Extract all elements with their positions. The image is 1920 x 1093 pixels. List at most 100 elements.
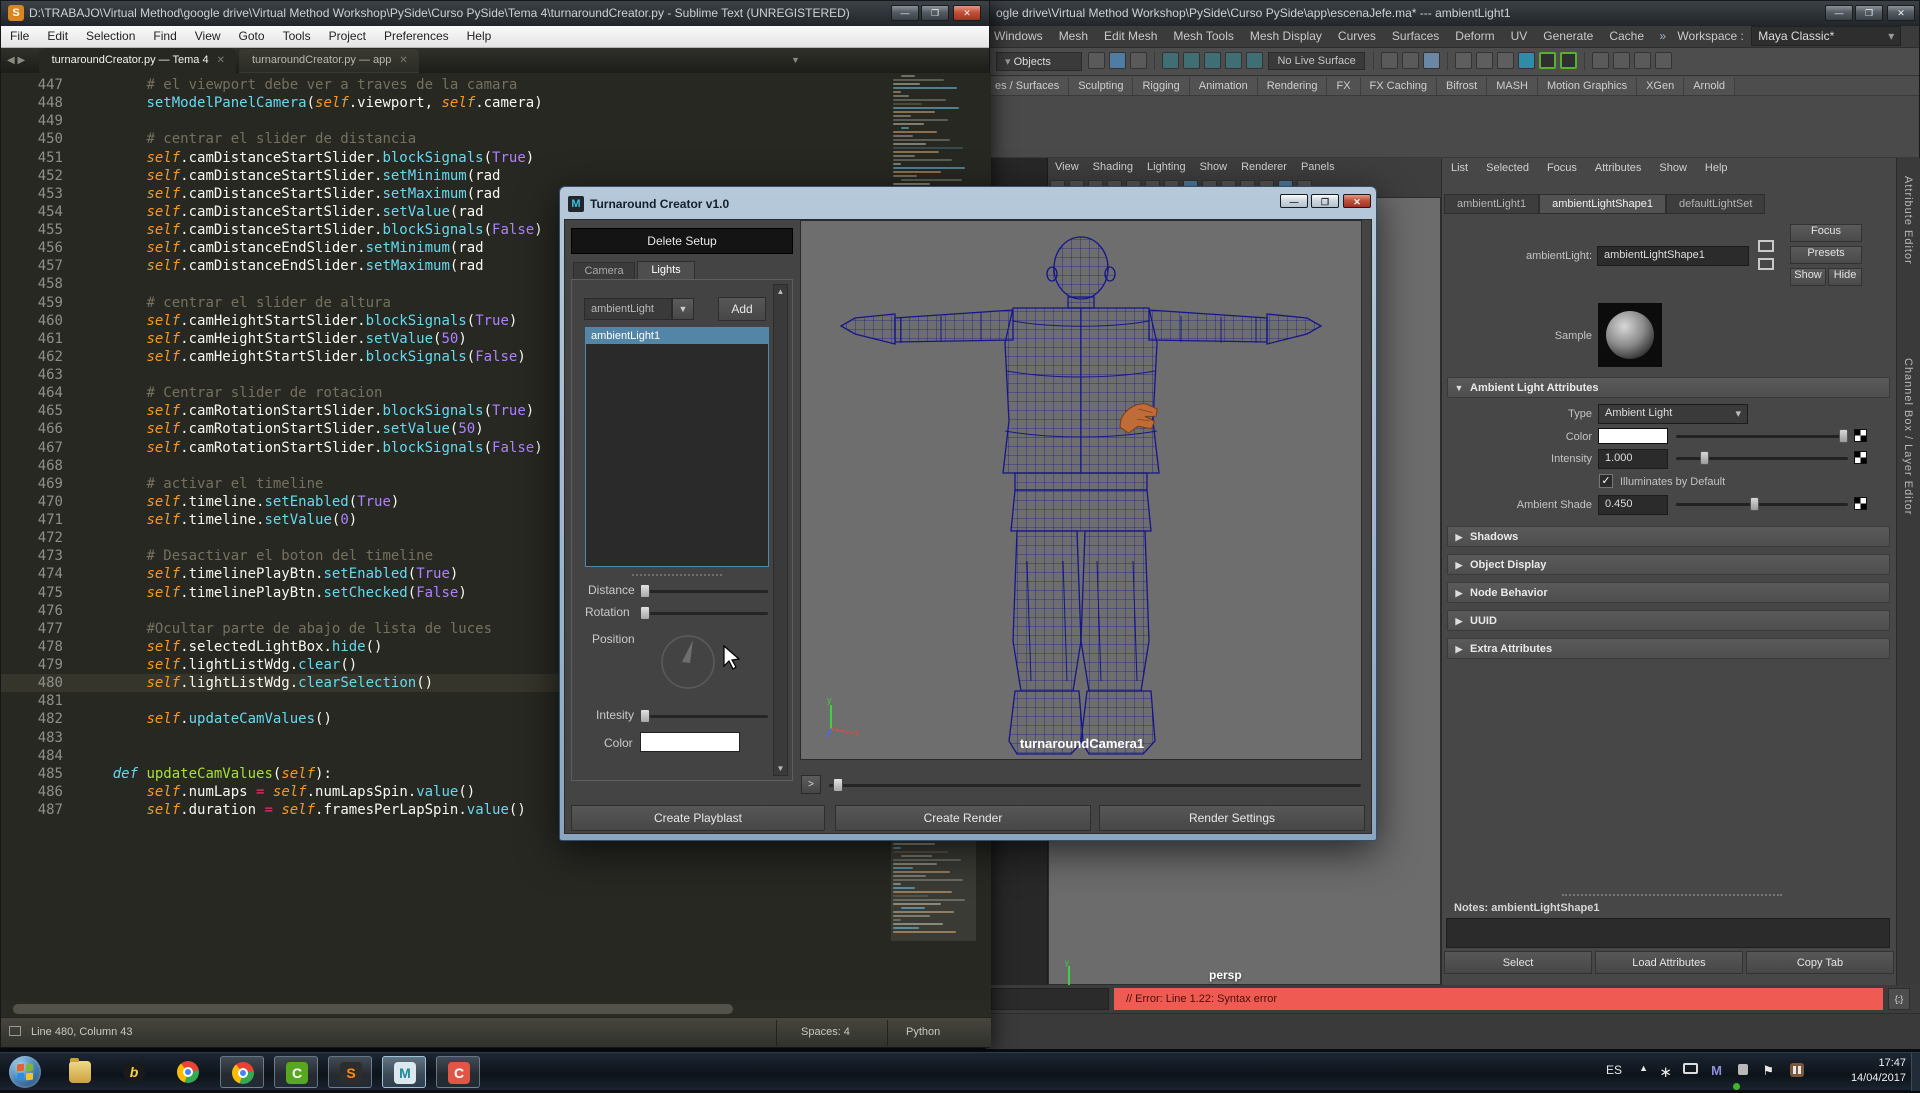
divider[interactable] bbox=[1562, 894, 1782, 896]
shelf-tab-arnold[interactable]: Arnold bbox=[1684, 77, 1736, 95]
dialog-viewport[interactable]: y x turnaroundCamera1 bbox=[800, 220, 1362, 760]
app-tray-icon[interactable]: ∗ bbox=[1659, 1063, 1672, 1081]
distance-slider[interactable] bbox=[640, 584, 768, 598]
usb-tray-icon[interactable] bbox=[1733, 1063, 1748, 1093]
position-dial[interactable] bbox=[660, 634, 716, 690]
sculpt-icon[interactable] bbox=[1591, 52, 1609, 70]
texture-map-icon[interactable] bbox=[1854, 429, 1867, 442]
minimize-icon[interactable]: — bbox=[1280, 194, 1308, 208]
viewport-menu-lighting[interactable]: Lighting bbox=[1140, 158, 1193, 176]
light-list[interactable]: ambientLight1 bbox=[585, 327, 769, 567]
color-slider[interactable] bbox=[1676, 429, 1848, 443]
ambient-shade-field[interactable]: 0.450 bbox=[1598, 495, 1668, 515]
maya-menu-mesh-display[interactable]: Mesh Display bbox=[1242, 26, 1330, 46]
maximize-icon[interactable]: ❐ bbox=[921, 5, 949, 21]
indentation-setting[interactable]: Spaces: 4 bbox=[801, 1026, 850, 1038]
ae-tab-ambientLightShape1[interactable]: ambientLightShape1 bbox=[1539, 194, 1667, 214]
texture-map-icon[interactable] bbox=[1854, 451, 1867, 464]
start-button[interactable] bbox=[8, 1055, 44, 1089]
maya-menu-deform[interactable]: Deform bbox=[1447, 26, 1502, 46]
taskbar-app-camtasia-recorder[interactable]: C bbox=[436, 1056, 480, 1088]
section-object-display[interactable]: ▶ Object Display bbox=[1447, 554, 1890, 575]
syntax-setting[interactable]: Python bbox=[906, 1026, 940, 1038]
shelf-tab-rendering[interactable]: Rendering bbox=[1257, 77, 1328, 95]
select-tool-icon[interactable] bbox=[1088, 52, 1106, 70]
viewport-menu-shading[interactable]: Shading bbox=[1086, 158, 1140, 176]
resize-grip[interactable] bbox=[632, 574, 722, 576]
menu-item-help[interactable]: Help bbox=[458, 26, 501, 46]
menu-item-selection[interactable]: Selection bbox=[77, 26, 144, 46]
section-extra-attributes[interactable]: ▶ Extra Attributes bbox=[1447, 638, 1890, 659]
language-indicator[interactable]: ES bbox=[1606, 1063, 1622, 1077]
shelf-tab-mash[interactable]: MASH bbox=[1487, 77, 1538, 95]
ae-menu-focus[interactable]: Focus bbox=[1538, 158, 1586, 178]
close-tab-icon[interactable]: ✕ bbox=[209, 55, 225, 66]
taskbar-app-explorer[interactable] bbox=[58, 1056, 102, 1088]
menu-item-goto[interactable]: Goto bbox=[230, 26, 274, 46]
output-connections-icon[interactable] bbox=[1401, 52, 1419, 70]
code-line[interactable]: 452 self.camDistanceStartSlider.setMinim… bbox=[1, 167, 991, 185]
ae-menu-attributes[interactable]: Attributes bbox=[1586, 158, 1650, 178]
display-tray-icon[interactable] bbox=[1683, 1063, 1698, 1074]
maya-menu-cache[interactable]: Cache bbox=[1601, 26, 1652, 46]
history-icon[interactable] bbox=[1422, 52, 1440, 70]
code-line[interactable]: 450 # centrar el slider de distancia bbox=[1, 130, 991, 148]
code-line[interactable]: 451 self.camDistanceStartSlider.blockSig… bbox=[1, 149, 991, 167]
taskbar-app-sublime-text[interactable]: S bbox=[328, 1056, 372, 1088]
menu-item-view[interactable]: View bbox=[186, 26, 230, 46]
list-item[interactable]: ambientLight1 bbox=[586, 328, 768, 344]
close-tab-icon[interactable]: ✕ bbox=[391, 55, 407, 66]
section-ambient-light-attributes[interactable]: ▼ Ambient Light Attributes bbox=[1447, 377, 1890, 398]
output-arrow-icon[interactable] bbox=[1758, 258, 1774, 270]
maximize-icon[interactable]: ❐ bbox=[1855, 5, 1883, 21]
node-name-field[interactable]: ambientLightShape1 bbox=[1597, 246, 1749, 266]
tray-expand-icon[interactable]: ▲ bbox=[1639, 1063, 1648, 1073]
menu-item-edit[interactable]: Edit bbox=[38, 26, 77, 46]
editor-tab-1[interactable]: turnaroundCreator.py — app ✕ bbox=[238, 48, 419, 73]
shelf-tab-fx[interactable]: FX bbox=[1327, 77, 1361, 95]
menu-item-file[interactable]: File bbox=[1, 26, 38, 46]
lasso-tool-icon[interactable] bbox=[1109, 52, 1127, 70]
add-light-button[interactable]: Add bbox=[718, 297, 766, 321]
chevron-down-icon[interactable]: ▼ bbox=[672, 298, 694, 320]
load-attributes-button[interactable]: Load Attributes bbox=[1595, 951, 1743, 974]
create-render-button[interactable]: Create Render bbox=[835, 805, 1091, 831]
paint-select-icon[interactable] bbox=[1130, 52, 1148, 70]
notes-field[interactable] bbox=[1446, 918, 1890, 948]
delete-setup-button[interactable]: Delete Setup bbox=[571, 228, 793, 254]
ae-tab-defaultLightSet[interactable]: defaultLightSet bbox=[1666, 194, 1766, 214]
command-input[interactable] bbox=[991, 988, 1109, 1010]
timeline-slider[interactable] bbox=[829, 778, 1361, 792]
shelf-tab-rigging[interactable]: Rigging bbox=[1133, 77, 1190, 95]
layers-icon[interactable] bbox=[1633, 52, 1651, 70]
maya-menu-generate[interactable]: Generate bbox=[1535, 26, 1601, 46]
maya-menu-edit-mesh[interactable]: Edit Mesh bbox=[1096, 26, 1165, 46]
code-line[interactable]: 448 setModelPanelCamera(self.viewport, s… bbox=[1, 94, 991, 112]
render-icon[interactable] bbox=[1454, 52, 1472, 70]
shelf-tab-es-surfaces[interactable]: es / Surfaces bbox=[986, 77, 1070, 95]
maya-menu-uv[interactable]: UV bbox=[1503, 26, 1536, 46]
green-bracket-icon[interactable] bbox=[1538, 52, 1556, 70]
snap-projected-icon[interactable] bbox=[1225, 52, 1243, 70]
presets-button[interactable]: Presets bbox=[1790, 246, 1862, 264]
close-icon[interactable]: ✕ bbox=[1343, 194, 1371, 208]
texture-ball-icon[interactable] bbox=[1517, 52, 1535, 70]
maximize-icon[interactable]: ❐ bbox=[1311, 194, 1339, 208]
vertical-scrollbar[interactable]: ▲ ▼ bbox=[773, 284, 788, 776]
taskbar-app-musicbee[interactable]: b bbox=[112, 1056, 156, 1088]
taskbar-app-maya[interactable]: M bbox=[382, 1056, 426, 1088]
texture-map-icon[interactable] bbox=[1854, 497, 1867, 510]
intensity-slider[interactable] bbox=[1676, 451, 1848, 465]
intensity-slider[interactable] bbox=[640, 709, 768, 723]
maya-title-bar[interactable]: ogle drive\Virtual Method Workshop\PySid… bbox=[986, 1, 1919, 26]
render-settings-button[interactable]: Render Settings bbox=[1099, 805, 1365, 831]
taskbar-clock[interactable]: 17:47 14/04/2017 bbox=[1851, 1056, 1906, 1086]
shelf-tab-animation[interactable]: Animation bbox=[1189, 77, 1258, 95]
create-playblast-button[interactable]: Create Playblast bbox=[571, 805, 825, 831]
dialog-title-bar[interactable]: M Turnaround Creator v1.0 — ❐ ✕ bbox=[564, 191, 1372, 219]
tab-lights[interactable]: Lights bbox=[637, 261, 695, 279]
ipr-render-icon[interactable] bbox=[1475, 52, 1493, 70]
shelf-tab-bifrost[interactable]: Bifrost bbox=[1437, 77, 1488, 95]
selection-mask-combo[interactable]: ▾ Objects bbox=[996, 52, 1082, 71]
close-icon[interactable]: ✕ bbox=[1887, 5, 1915, 21]
